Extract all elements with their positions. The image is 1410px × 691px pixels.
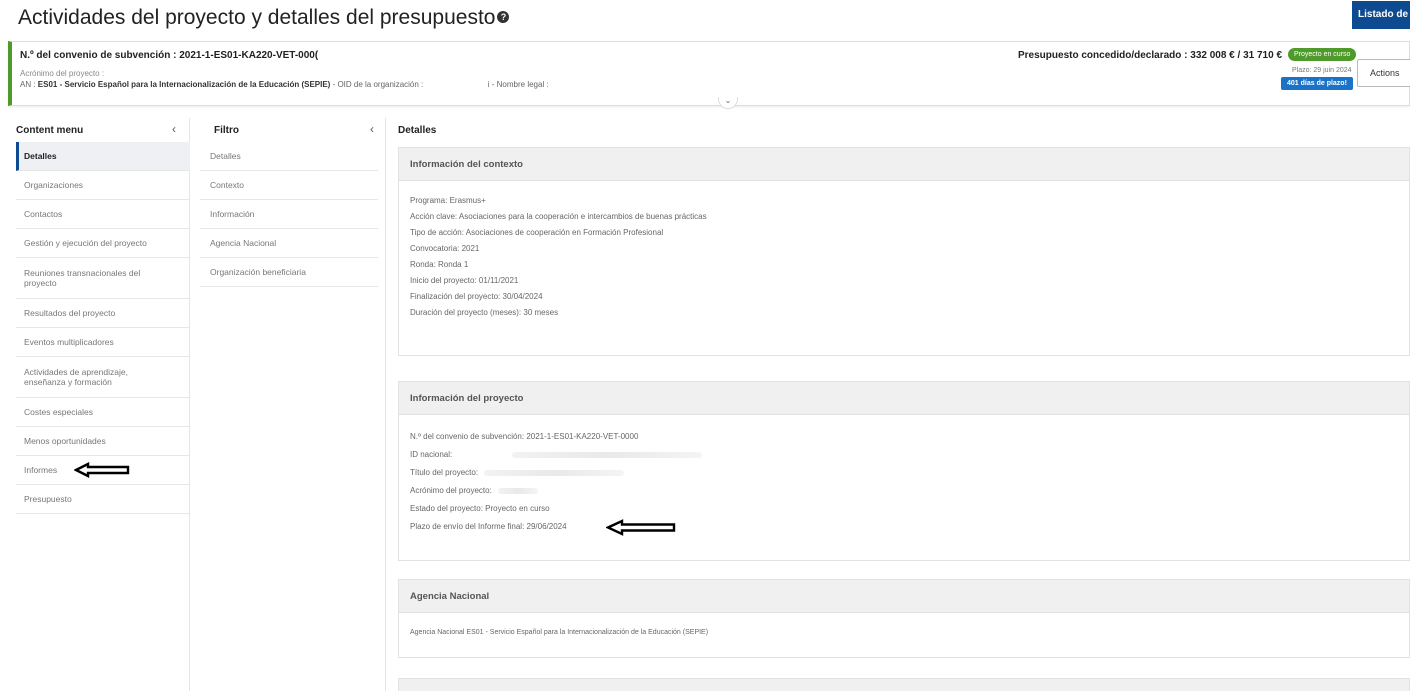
redacted-value (512, 451, 703, 458)
menu-item-gestion[interactable]: Gestión y ejecución del proyecto (16, 229, 190, 258)
actions-button[interactable]: Actions⋮ (1357, 59, 1410, 87)
details-heading: Detalles (398, 125, 437, 136)
redacted-value (484, 469, 625, 476)
chevron-left-icon[interactable]: ‹ (172, 122, 176, 136)
budget-summary: Presupuesto concedido/declarado : 332 00… (1018, 50, 1283, 61)
left-arrow-icon (74, 462, 130, 478)
field-tipo-accion: Tipo de acción: Asociaciones de cooperac… (410, 228, 664, 237)
page-title: Actividades del proyecto y detalles del … (18, 6, 510, 30)
menu-item-eventos[interactable]: Eventos multiplicadores (16, 328, 190, 357)
legal-name-label: i - Nombre legal : (487, 80, 549, 89)
oid-label: - OID de la organización : (330, 80, 424, 89)
question-circle-icon[interactable]: ? (497, 11, 510, 23)
project-list-button[interactable]: Listado de pr (1352, 1, 1410, 29)
filter-title: Filtro (214, 125, 239, 136)
status-badge: Proyecto en curso (1288, 48, 1357, 61)
field-duracion: Duración del proyecto (meses): 30 meses (410, 308, 559, 317)
field-estado: Estado del proyecto: Proyecto en curso (410, 504, 550, 513)
section-header: Información del proyecto (399, 382, 1409, 415)
filter-item-organizacion-beneficiaria[interactable]: Organización beneficiaria (200, 258, 378, 287)
project-acronym-label: Acrónimo del proyecto : (20, 69, 105, 78)
field-programa: Programa: Erasmus+ (410, 196, 486, 205)
field-agencia-nacional: Agencia Nacional ES01 - Servicio Español… (410, 629, 709, 636)
context-section: Información del contexto Programa: Erasm… (398, 147, 1410, 356)
field-accion-clave: Acción clave: Asociaciones para la coope… (410, 212, 707, 221)
section-header: Información de la organización beneficia… (399, 679, 1409, 691)
redacted-value (497, 487, 538, 494)
field-convocatoria: Convocatoria: 2021 (410, 244, 480, 253)
grant-agreement-number: N.º del convenio de subvención : 2021-1-… (20, 50, 319, 61)
national-agency-section: Agencia Nacional Agencia Nacional ES01 -… (398, 579, 1410, 658)
section-header: Información del contexto (399, 148, 1409, 181)
chevron-down-icon[interactable]: ⌄ (718, 97, 738, 109)
project-info-section: Información del proyecto N.º del conveni… (398, 381, 1410, 561)
field-inicio: Inicio del proyecto: 01/11/2021 (410, 276, 519, 285)
menu-item-contactos[interactable]: Contactos (16, 200, 190, 229)
section-header: Agencia Nacional (399, 580, 1409, 613)
field-titulo: Título del proyecto: (410, 465, 1398, 483)
menu-item-organizaciones[interactable]: Organizaciones (16, 171, 190, 200)
national-agency-line: AN : ES01 - Servicio Español para la Int… (20, 80, 549, 89)
page-header: Actividades del proyecto y detalles del … (0, 0, 1410, 40)
deadline-text: Plazo: 29 juin 2024 (1292, 67, 1352, 74)
field-ronda: Ronda: Ronda 1 (410, 260, 469, 269)
menu-item-menos-oportunidades[interactable]: Menos oportunidades (16, 427, 190, 456)
menu-item-detalles[interactable]: Detalles (16, 142, 190, 171)
content-menu-title: Content menu (16, 125, 84, 136)
field-acronimo: Acrónimo del proyecto: (410, 483, 1398, 501)
menu-item-informes[interactable]: Informes (16, 456, 190, 485)
project-summary-card: N.º del convenio de subvención : 2021-1-… (8, 41, 1410, 109)
field-grant-number: N.º del convenio de subvención: 2021-1-E… (410, 432, 639, 441)
filter-list: Detalles Contexto Información Agencia Na… (200, 142, 378, 287)
menu-item-presupuesto[interactable]: Presupuesto (16, 485, 190, 514)
filter-item-contexto[interactable]: Contexto (200, 171, 378, 200)
national-agency-name: ES01 - Servicio Español para la Internac… (37, 80, 331, 89)
menu-item-actividades[interactable]: Actividades de aprendizaje, enseñanza y … (16, 357, 190, 398)
left-arrow-icon (606, 519, 676, 536)
field-finalizacion: Finalización del proyecto: 30/04/2024 (410, 292, 543, 301)
menu-item-costes[interactable]: Costes especiales (16, 398, 190, 427)
filter-panel: Filtro ‹ Detalles Contexto Información A… (192, 118, 386, 691)
content-menu-list: Detalles Organizaciones Contactos Gestió… (16, 142, 190, 514)
field-id-nacional: ID nacional: (410, 447, 1398, 465)
menu-item-reuniones[interactable]: Reuniones transnacionales del proyecto (16, 258, 190, 299)
beneficiary-section: Información de la organización beneficia… (398, 678, 1410, 691)
content-menu: Content menu ‹ Detalles Organizaciones C… (8, 118, 190, 691)
filter-item-informacion[interactable]: Información (200, 200, 378, 229)
filter-item-agencia-nacional[interactable]: Agencia Nacional (200, 229, 378, 258)
chevron-left-icon[interactable]: ‹ (370, 122, 374, 136)
menu-item-resultados[interactable]: Resultados del proyecto (16, 299, 190, 328)
field-plazo-informe: Plazo de envío del Informe final: 29/06/… (410, 519, 1398, 537)
days-remaining-badge: 401 días de plazo! (1281, 77, 1353, 90)
filter-item-detalles[interactable]: Detalles (200, 142, 378, 171)
details-panel: Detalles Información del contexto Progra… (390, 118, 1410, 691)
